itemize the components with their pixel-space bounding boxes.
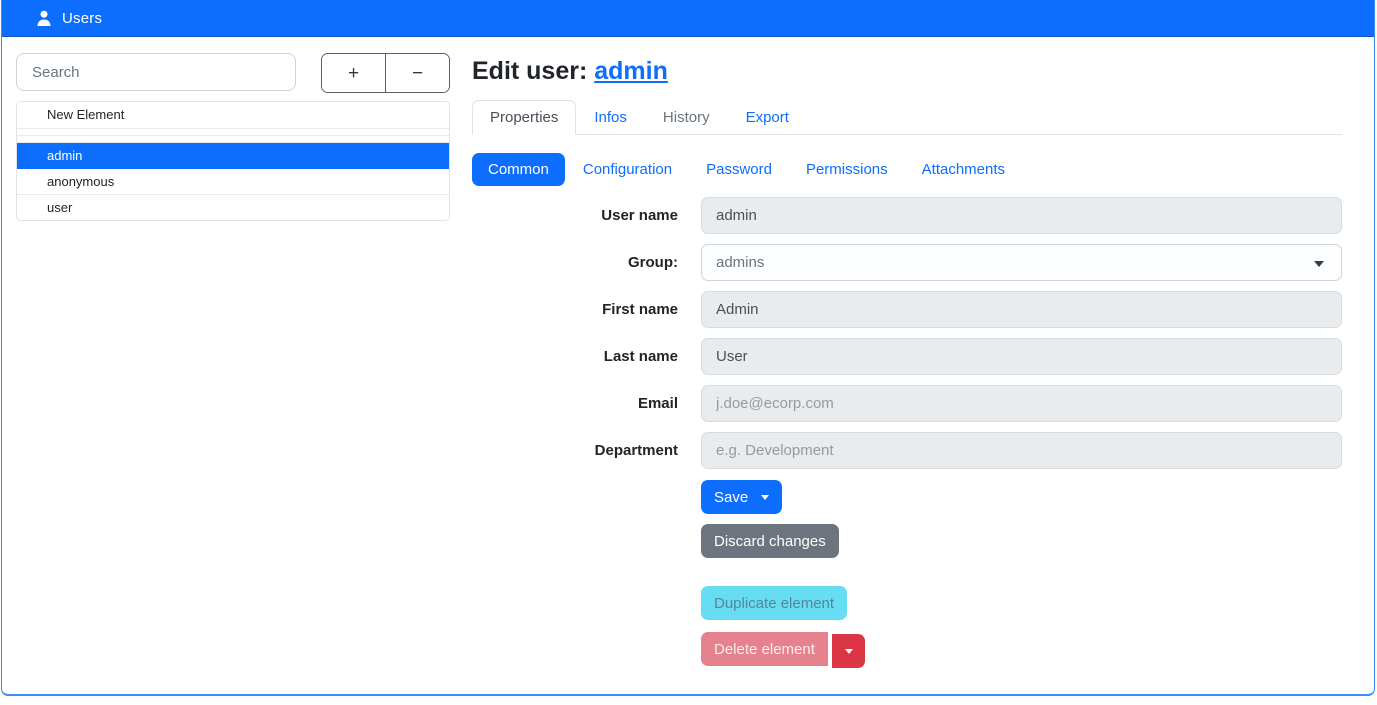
- list-item-label[interactable]: New Element: [17, 102, 449, 128]
- email-label: Email: [472, 395, 678, 412]
- username-label: User name: [472, 207, 678, 224]
- department-label: Department: [472, 442, 678, 459]
- content-area: + − New Element admin anonymous user: [2, 37, 1374, 668]
- form-row: First name: [472, 291, 1342, 328]
- subtab-attachments[interactable]: Attachments: [906, 153, 1021, 186]
- users-person-icon: [35, 9, 53, 27]
- list-item[interactable]: user: [17, 195, 449, 220]
- form-row: Group: admins: [472, 244, 1342, 281]
- firstname-label: First name: [472, 301, 678, 318]
- list-item-spacer[interactable]: [17, 136, 449, 143]
- list-item-label[interactable]: anonymous: [17, 169, 449, 194]
- username-field[interactable]: [701, 197, 1342, 234]
- firstname-field[interactable]: [701, 291, 1342, 328]
- delete-dropdown-toggle[interactable]: [832, 634, 865, 668]
- delete-split-button: Delete element: [701, 632, 1342, 668]
- element-list: New Element admin anonymous user: [16, 101, 450, 221]
- chevron-down-icon: [761, 495, 769, 500]
- discard-changes-button[interactable]: Discard changes: [701, 524, 839, 558]
- lastname-label: Last name: [472, 348, 678, 365]
- page-title: Edit user: admin: [472, 57, 1342, 86]
- tab-bar: Properties Infos History Export: [472, 100, 1342, 135]
- form-row: Last name: [472, 338, 1342, 375]
- sidebar-toolbar: + −: [16, 53, 450, 93]
- list-item-spacer[interactable]: [17, 129, 449, 136]
- search-input[interactable]: [16, 53, 296, 91]
- group-label: Group:: [472, 254, 678, 271]
- list-item-selected[interactable]: admin: [17, 143, 449, 169]
- user-form: User name Group: admins First name Last …: [472, 197, 1342, 668]
- group-select[interactable]: admins: [701, 244, 1342, 281]
- page-title-prefix: Edit user:: [472, 57, 587, 85]
- add-element-button[interactable]: +: [322, 54, 386, 92]
- tab-history[interactable]: History: [645, 100, 728, 135]
- list-item-label[interactable]: admin: [17, 143, 449, 168]
- subtab-common[interactable]: Common: [472, 153, 565, 186]
- list-item[interactable]: anonymous: [17, 169, 449, 195]
- remove-element-button[interactable]: −: [386, 54, 449, 92]
- email-field[interactable]: [701, 385, 1342, 422]
- department-field[interactable]: [701, 432, 1342, 469]
- lastname-field[interactable]: [701, 338, 1342, 375]
- tab-export[interactable]: Export: [728, 100, 807, 135]
- form-row: Email: [472, 385, 1342, 422]
- app-header: Users: [2, 0, 1374, 37]
- chevron-down-icon: [845, 649, 853, 654]
- app-title: Users: [62, 10, 102, 27]
- subtab-permissions[interactable]: Permissions: [790, 153, 904, 186]
- tab-properties[interactable]: Properties: [472, 100, 576, 135]
- delete-element-button[interactable]: Delete element: [701, 632, 828, 666]
- subtab-configuration[interactable]: Configuration: [567, 153, 688, 186]
- sidebar: + − New Element admin anonymous user: [16, 53, 450, 668]
- form-actions: Save Discard changes Duplicate element D…: [701, 480, 1342, 668]
- list-item[interactable]: New Element: [17, 102, 449, 129]
- group-select-value: admins: [716, 254, 764, 271]
- save-button-label: Save: [714, 489, 748, 506]
- subtab-bar: Common Configuration Password Permission…: [472, 153, 1342, 186]
- tab-infos[interactable]: Infos: [576, 100, 645, 135]
- chevron-down-icon: [1314, 261, 1324, 267]
- edit-panel: Edit user: admin Properties Infos Histor…: [472, 53, 1359, 668]
- form-row: Department: [472, 432, 1342, 469]
- save-button[interactable]: Save: [701, 480, 782, 514]
- app-window: Users + − New Element admin: [1, 0, 1375, 696]
- form-row: User name: [472, 197, 1342, 234]
- list-action-group: + −: [321, 53, 450, 93]
- list-item-label[interactable]: user: [17, 195, 449, 220]
- duplicate-element-button[interactable]: Duplicate element: [701, 586, 847, 620]
- subtab-password[interactable]: Password: [690, 153, 788, 186]
- edited-user-link[interactable]: admin: [594, 57, 668, 85]
